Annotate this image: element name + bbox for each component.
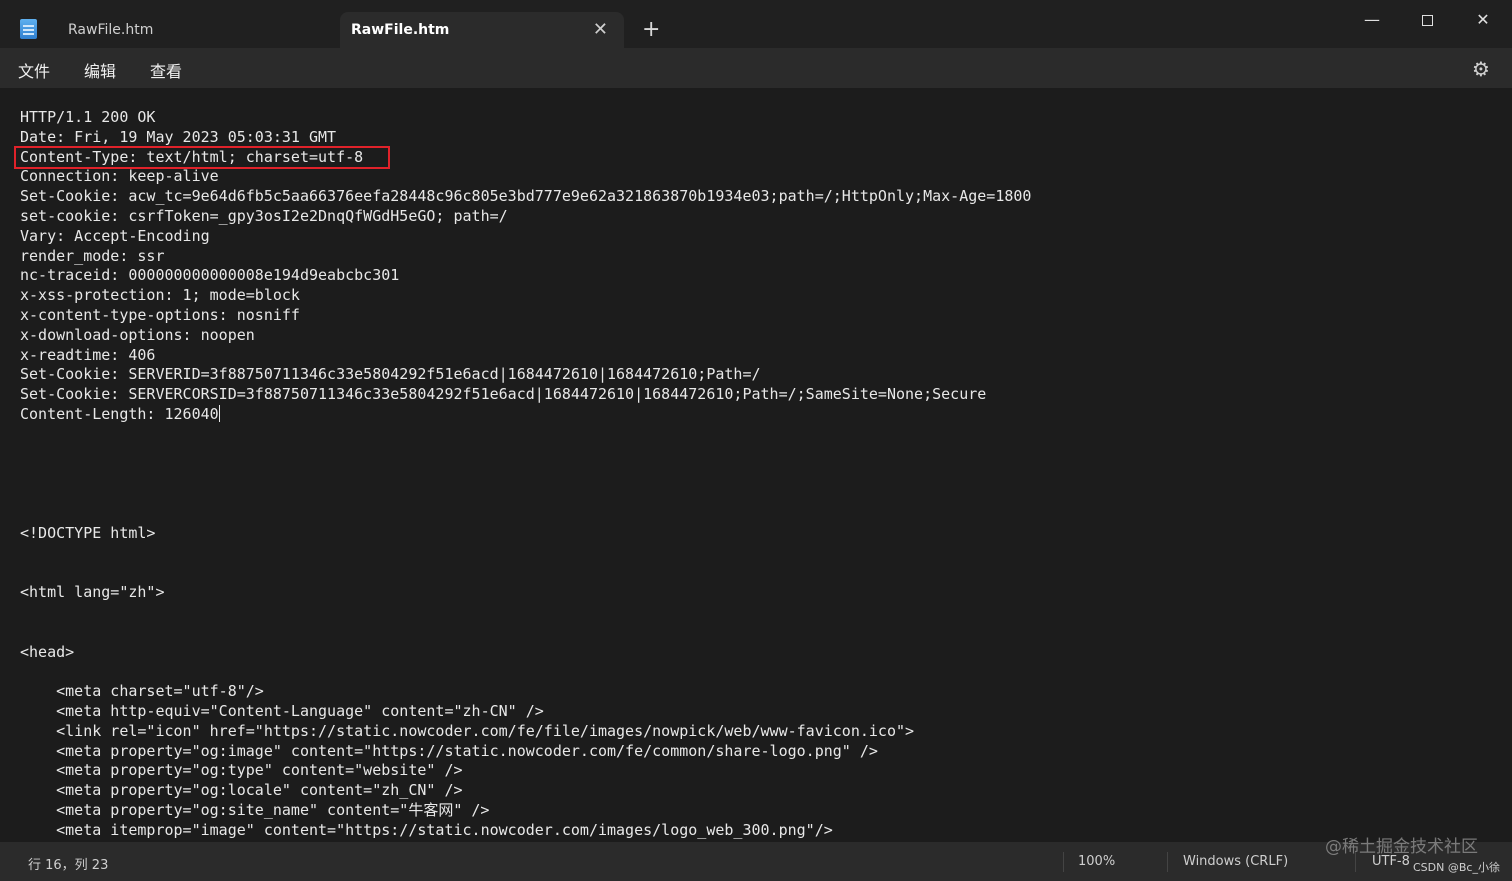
title-bar: RawFile.htm RawFile.htm ✕ + — ✕ (0, 0, 1512, 48)
editor-line: Connection: keep-alive (20, 167, 219, 186)
editor-line: Set-Cookie: acw_tc=9e64d6fb5c5aa66376eef… (20, 187, 1032, 206)
text-caret (218, 404, 220, 422)
editor-line: Vary: Accept-Encoding (20, 226, 210, 245)
notepad-icon (20, 19, 37, 39)
menu-bar: 文件 编辑 查看 ⚙ (0, 48, 1512, 88)
menu-file[interactable]: 文件 (18, 58, 50, 82)
editor-line: Set-Cookie: SERVERCORSID=3f88750711346c3… (20, 385, 987, 404)
editor-line: Set-Cookie: SERVERID=3f88750711346c33e58… (20, 365, 761, 384)
text-editor[interactable]: HTTP/1.1 200 OK Date: Fri, 19 May 2023 05… (0, 88, 1512, 842)
editor-line: x-download-options: noopen (20, 325, 255, 344)
editor-line: x-content-type-options: nosniff (20, 305, 300, 324)
minimize-button[interactable]: — (1352, 6, 1392, 34)
menu-edit[interactable]: 编辑 (84, 58, 116, 82)
editor-line: nc-traceid: 000000000000008e194d9eabcbc3… (20, 266, 400, 285)
editor-line: <meta property="og:locale" content="zh_C… (20, 781, 463, 800)
editor-line: <meta itemprop="image" content="https://… (20, 820, 833, 839)
line-ending[interactable]: Windows (CRLF) (1183, 854, 1288, 869)
tab-rawfile-1[interactable]: RawFile.htm (52, 12, 338, 48)
editor-line: <!DOCTYPE html> (20, 523, 156, 542)
editor-line: <meta property="og:site_name" content="牛… (20, 800, 490, 819)
watermark-small: CSDN @Bc_小徐 (1413, 861, 1500, 874)
tab-close-icon[interactable]: ✕ (593, 12, 608, 48)
tab-rawfile-2-active[interactable]: RawFile.htm ✕ (340, 12, 624, 48)
editor-line: Date: Fri, 19 May 2023 05:03:31 GMT (20, 127, 337, 146)
zoom-level[interactable]: 100% (1078, 854, 1115, 869)
editor-line: <head> (20, 642, 75, 661)
editor-content[interactable]: HTTP/1.1 200 OK Date: Fri, 19 May 2023 05… (20, 108, 1031, 840)
close-window-button[interactable]: ✕ (1463, 6, 1503, 34)
editor-line: HTTP/1.1 200 OK (20, 108, 156, 126)
editor-line: <meta property="og:type" content="websit… (20, 761, 463, 780)
editor-line: <html lang="zh"> (20, 583, 165, 602)
editor-line: <meta property="og:image" content="https… (20, 741, 878, 760)
watermark: @稀土掘金技术社区 (1325, 837, 1478, 857)
editor-line: set-cookie: csrfToken=_gpy3osI2e2DnqQfWG… (20, 206, 508, 225)
editor-line: <meta http-equiv="Content-Language" cont… (20, 701, 544, 720)
editor-line: render_mode: ssr (20, 246, 165, 265)
new-tab-button[interactable]: + (642, 16, 660, 44)
editor-line: Content-Length: 126040 (20, 404, 220, 423)
tab-title: RawFile.htm (351, 22, 450, 38)
maximize-button[interactable] (1407, 6, 1447, 34)
editor-line: x-xss-protection: 1; mode=block (20, 286, 300, 305)
editor-line: Content-Type: text/html; charset=utf-8 (20, 147, 364, 166)
status-bar: 行 16，列 23 100% Windows (CRLF) UTF-8 (0, 842, 1512, 881)
cursor-position: 行 16，列 23 (28, 858, 109, 873)
status-divider (1167, 852, 1168, 872)
editor-line: <meta charset="utf-8"/> (20, 682, 264, 701)
menu-view[interactable]: 查看 (150, 58, 182, 82)
editor-line: <link rel="icon" href="https://static.no… (20, 721, 915, 740)
editor-line: x-readtime: 406 (20, 345, 156, 364)
status-divider (1063, 852, 1064, 872)
maximize-icon (1421, 15, 1433, 26)
gear-icon[interactable]: ⚙ (1472, 57, 1490, 81)
tab-title: RawFile.htm (68, 22, 154, 38)
